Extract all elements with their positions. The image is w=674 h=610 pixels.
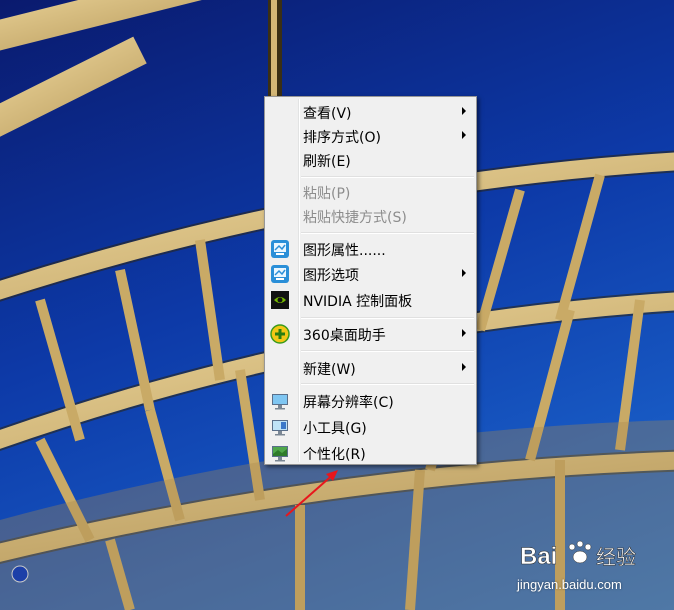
menu-separator	[301, 317, 474, 319]
svg-text:Bai: Bai	[520, 543, 557, 570]
submenu-arrow-icon	[462, 107, 466, 115]
menu-item-label: 排序方式(O)	[303, 130, 381, 146]
menu-item-360-desktop-assistant[interactable]: 360桌面助手	[267, 322, 474, 346]
submenu-arrow-icon	[462, 269, 466, 277]
menu-item-label: 粘贴快捷方式(S)	[303, 210, 407, 226]
menu-item-label: 个性化(R)	[303, 447, 366, 463]
menu-item-graphics-options[interactable]: 图形选项	[267, 262, 474, 286]
menu-separator	[301, 350, 474, 352]
menu-item-label: 查看(V)	[303, 106, 352, 122]
menu-separator	[301, 383, 474, 385]
submenu-arrow-icon	[462, 131, 466, 139]
menu-item-label: 屏幕分辨率(C)	[303, 395, 394, 411]
menu-item-graphics-properties[interactable]: 图形属性......	[267, 237, 474, 261]
gadgets-icon	[270, 417, 290, 437]
menu-item-paste-shortcut[interactable]: 粘贴快捷方式(S)	[267, 204, 474, 228]
baidu-paw-logo: Bai 经验	[520, 540, 636, 570]
menu-item-screen-resolution[interactable]: 屏幕分辨率(C)	[267, 389, 474, 413]
personalize-icon	[270, 443, 290, 463]
submenu-arrow-icon	[462, 363, 466, 371]
360-icon	[270, 324, 290, 344]
watermark-url: jingyan.baidu.com	[517, 577, 622, 592]
menu-item-gadgets[interactable]: 小工具(G)	[267, 415, 474, 439]
intel-graphics-icon	[270, 264, 290, 284]
intel-graphics-icon	[270, 239, 290, 259]
menu-item-label: 粘贴(P)	[303, 186, 351, 202]
menu-item-label: 刷新(E)	[303, 154, 351, 170]
menu-item-label: 图形选项	[303, 268, 359, 284]
menu-item-label: NVIDIA 控制面板	[303, 294, 413, 310]
menu-item-label: 360桌面助手	[303, 328, 386, 344]
menu-item-view[interactable]: 查看(V)	[267, 100, 474, 124]
submenu-arrow-icon	[462, 329, 466, 337]
menu-separator	[301, 176, 474, 178]
menu-item-nvidia-control-panel[interactable]: NVIDIA 控制面板	[267, 288, 474, 312]
display-icon	[270, 391, 290, 411]
menu-item-personalize[interactable]: 个性化(R)	[267, 441, 474, 465]
menu-item-sort-by[interactable]: 排序方式(O)	[267, 124, 474, 148]
menu-item-label: 新建(W)	[303, 362, 356, 378]
menu-item-paste[interactable]: 粘贴(P)	[267, 180, 474, 204]
svg-text:经验: 经验	[596, 545, 636, 569]
desktop-context-menu: 查看(V) 排序方式(O) 刷新(E) 粘贴(P) 粘贴快捷方式(S) 图形属性…	[264, 96, 477, 465]
menu-item-new[interactable]: 新建(W)	[267, 356, 474, 380]
menu-item-refresh[interactable]: 刷新(E)	[267, 148, 474, 172]
nvidia-icon	[270, 290, 290, 310]
menu-separator	[301, 232, 474, 234]
menu-item-label: 小工具(G)	[303, 421, 367, 437]
menu-item-label: 图形属性......	[303, 243, 386, 259]
